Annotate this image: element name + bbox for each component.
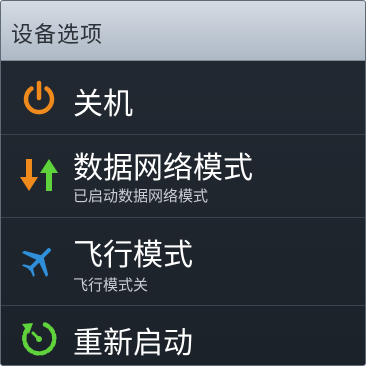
menu-item-sublabel: 已启动数据网络模式 [73,187,209,205]
menu-item-restart[interactable]: 重新启动 [1,306,365,365]
menu-item-label: 数据网络模式 [73,151,253,186]
menu-item-power-off[interactable]: 关机 [1,62,365,135]
power-icon [23,80,55,115]
menu-item-label: 重新启动 [73,326,193,361]
menu-item-label: 飞行模式 [73,238,193,273]
menu-item-airplane-mode[interactable]: 飞行模式 飞行模式关 [1,218,365,306]
dialog-header: 设备选项 [1,1,365,61]
menu-item-sublabel: 飞行模式关 [73,276,149,294]
menu-item-mobile-data[interactable]: 数据网络模式 已启动数据网络模式 [1,135,365,218]
screen: 设备选项 关机 数据网络模式 已启动数据网络模式 飞行模式 飞行模式关 重新启动 [0,0,373,373]
dialog-title: 设备选项 [11,23,104,48]
data-arrows-icon [20,159,58,191]
airplane-icon [22,248,51,277]
menu-item-label: 关机 [73,87,133,122]
device-options-dialog: 设备选项 关机 数据网络模式 已启动数据网络模式 飞行模式 飞行模式关 重新启动 [0,0,366,366]
restart-icon [22,322,57,356]
